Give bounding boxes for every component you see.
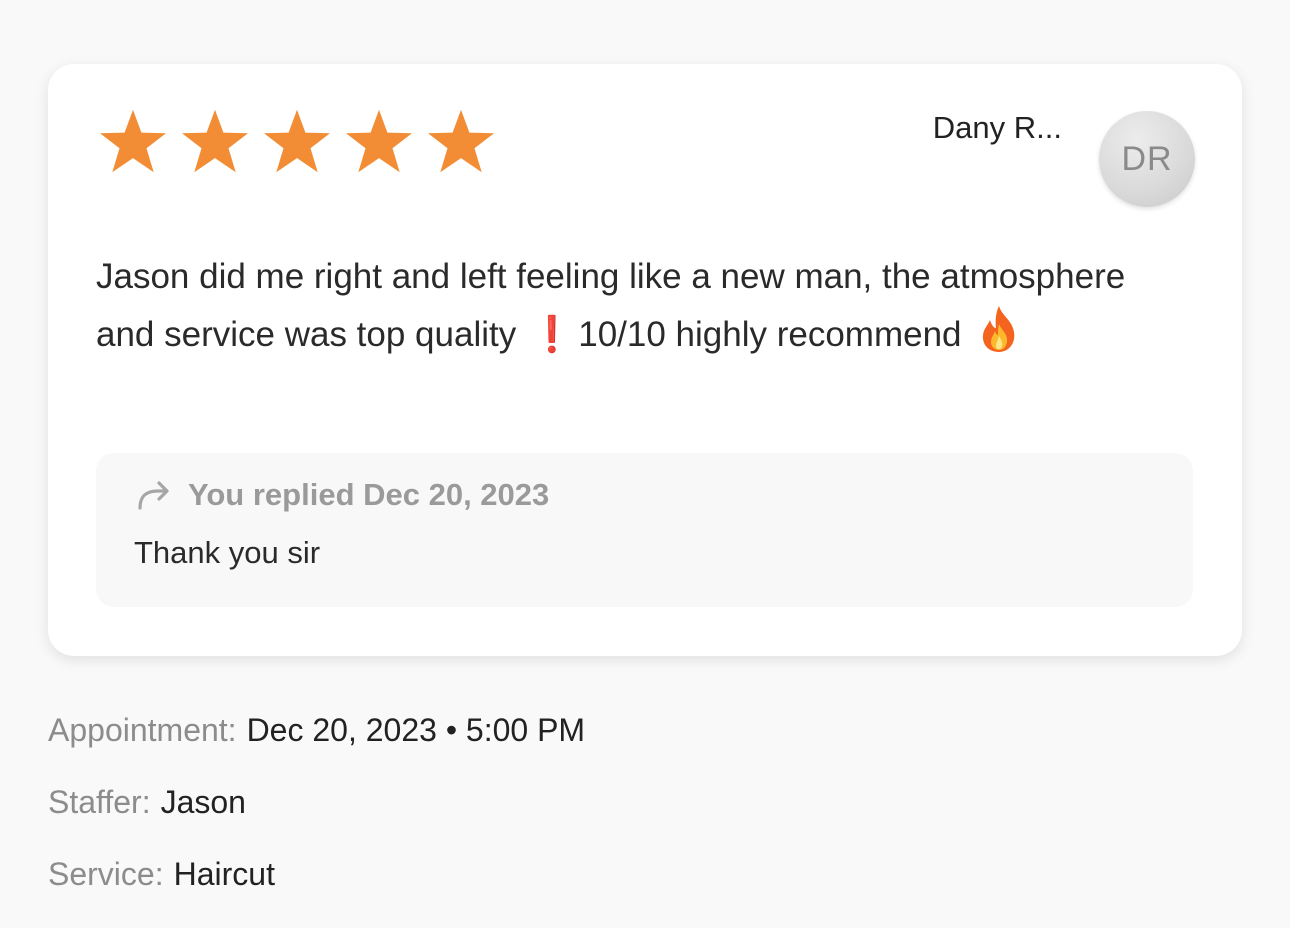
- exclamation-emoji-icon: ❗: [530, 315, 574, 354]
- staffer-row: Staffer: Jason: [48, 784, 585, 856]
- reply-arrow-icon: [138, 481, 169, 510]
- service-label: Service:: [48, 856, 164, 892]
- reviewer-name: Dany R...: [932, 110, 1062, 145]
- avatar-initials: DR: [1121, 139, 1173, 178]
- reply-header-text: You replied Dec 20, 2023: [188, 477, 550, 512]
- reply-box: You replied Dec 20, 2023 Thank you sir: [96, 453, 1193, 607]
- appointment-row: Appointment: Dec 20, 2023 • 5:00 PM: [48, 712, 585, 784]
- service-row: Service: Haircut: [48, 856, 585, 928]
- fire-emoji-icon: [976, 304, 1022, 370]
- staffer-value: Jason: [160, 784, 246, 820]
- service-value: Haircut: [173, 856, 275, 892]
- review-text: Jason did me right and left feeling like…: [96, 250, 1176, 370]
- star-icon: [346, 109, 412, 173]
- staffer-label: Staffer:: [48, 784, 151, 820]
- appointment-details: Appointment: Dec 20, 2023 • 5:00 PM Staff…: [48, 712, 585, 928]
- appointment-value: Dec 20, 2023 • 5:00 PM: [246, 712, 586, 748]
- star-icon: [182, 109, 248, 173]
- avatar[interactable]: DR: [1099, 111, 1195, 207]
- star-icon: [264, 109, 330, 173]
- review-card: Dany R... DR Jason did me right and left…: [48, 64, 1242, 656]
- star-icon: [428, 109, 494, 173]
- star-icon: [100, 109, 166, 173]
- reply-header: You replied Dec 20, 2023: [136, 477, 549, 513]
- star-rating: [95, 108, 499, 174]
- review-text-part2: 10/10 highly recommend: [578, 315, 962, 354]
- appointment-label: Appointment:: [48, 712, 237, 748]
- reply-text: Thank you sir: [134, 535, 321, 570]
